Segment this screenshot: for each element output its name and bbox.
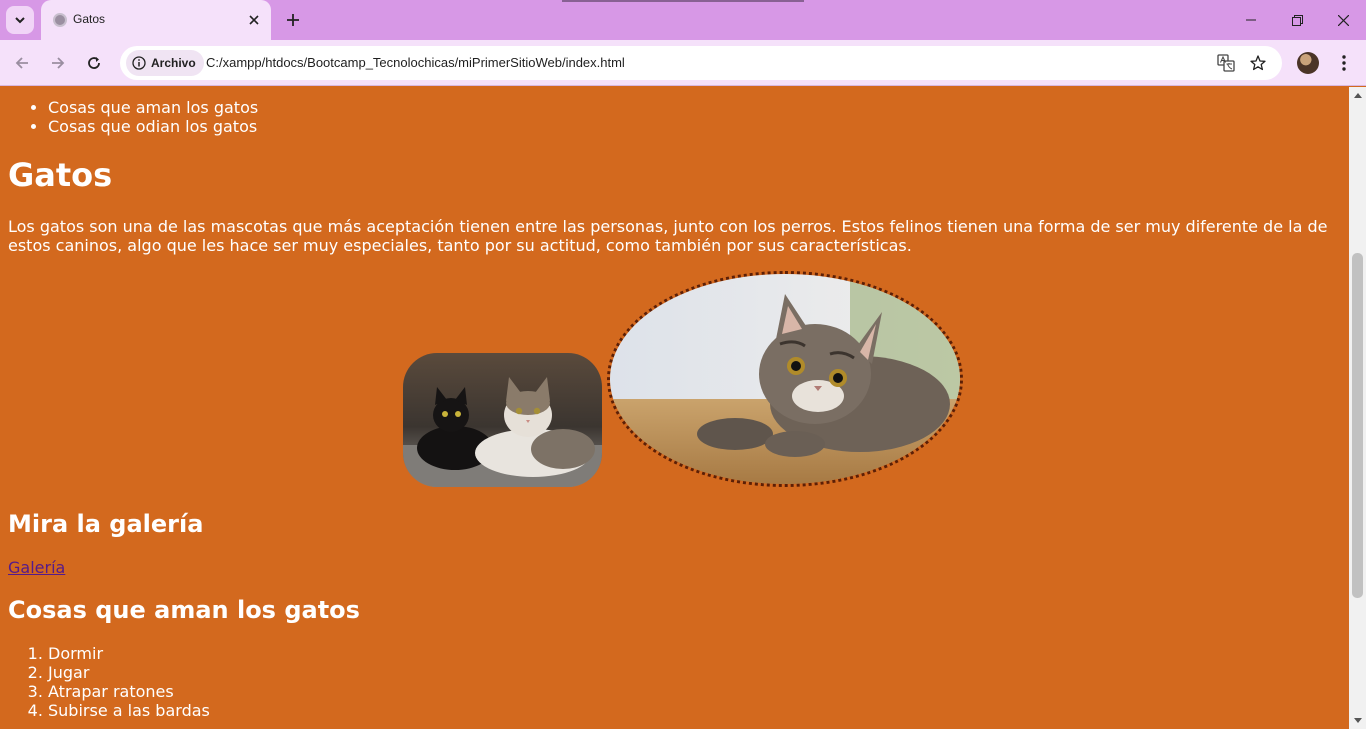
bookmark-button[interactable] xyxy=(1246,51,1270,75)
globe-icon xyxy=(53,13,67,27)
security-chip-label: Archivo xyxy=(151,56,196,70)
restore-button[interactable] xyxy=(1274,0,1320,40)
new-tab-button[interactable] xyxy=(281,8,305,32)
list-item: Cosas que odian los gatos xyxy=(48,117,258,136)
list-item: Jugar xyxy=(48,663,210,682)
close-icon xyxy=(249,15,259,25)
two-cats-photo xyxy=(403,353,602,487)
reload-button[interactable] xyxy=(80,49,108,77)
tabby-cat-image xyxy=(607,271,963,487)
scrollbar-thumb[interactable] xyxy=(1352,253,1363,598)
tab-active[interactable]: Gatos xyxy=(41,0,271,40)
page-viewport: Cosas que aman los gatos Cosas que odian… xyxy=(0,87,1349,729)
restore-icon xyxy=(1291,14,1303,26)
address-bar[interactable]: Archivo C:/xampp/htdocs/Bootcamp_Tecnolo… xyxy=(120,46,1282,80)
browser-menu-button[interactable] xyxy=(1332,50,1356,76)
tabby-cat-photo xyxy=(610,274,960,484)
site-info-chip[interactable]: Archivo xyxy=(126,50,204,76)
list-item: Cosas que aman los gatos xyxy=(48,98,258,117)
translate-button[interactable] xyxy=(1214,51,1238,75)
close-icon xyxy=(1337,14,1349,26)
tab-title: Gatos xyxy=(73,12,106,26)
close-tab-button[interactable] xyxy=(245,11,263,29)
list-item: Subirse a las bardas xyxy=(48,701,210,720)
love-list: Dormir Jugar Atrapar ratones Subirse a l… xyxy=(8,644,210,720)
topics-list: Cosas que aman los gatos Cosas que odian… xyxy=(8,98,258,136)
info-icon xyxy=(132,56,146,70)
more-vertical-icon xyxy=(1342,55,1346,71)
chevron-down-icon xyxy=(15,17,25,24)
window-drag-indicator xyxy=(562,0,804,2)
scroll-down-button[interactable] xyxy=(1349,713,1366,729)
two-cats-image xyxy=(403,353,602,487)
arrow-left-icon xyxy=(15,57,28,69)
arrow-right-icon xyxy=(52,57,65,69)
page-title: Gatos xyxy=(8,156,113,194)
list-item: Atrapar ratones xyxy=(48,682,210,701)
tab-strip: Gatos xyxy=(0,0,1366,40)
forward-button[interactable] xyxy=(44,49,72,77)
intro-paragraph: Los gatos son una de las mascotas que má… xyxy=(8,217,1328,255)
tab-search-button[interactable] xyxy=(6,6,34,34)
translate-icon xyxy=(1217,54,1235,72)
vertical-scrollbar[interactable] xyxy=(1349,87,1366,729)
minimize-button[interactable] xyxy=(1228,0,1274,40)
minimize-icon xyxy=(1246,19,1256,21)
close-window-button[interactable] xyxy=(1320,0,1366,40)
plus-icon xyxy=(287,14,299,26)
browser-toolbar: Archivo C:/xampp/htdocs/Bootcamp_Tecnolo… xyxy=(0,40,1366,86)
star-icon xyxy=(1250,55,1266,71)
list-item: Dormir xyxy=(48,644,210,663)
scroll-up-button[interactable] xyxy=(1349,87,1366,103)
gallery-heading: Mira la galería xyxy=(8,510,204,538)
gallery-link[interactable]: Galería xyxy=(8,558,65,577)
profile-avatar[interactable] xyxy=(1297,52,1319,74)
back-button[interactable] xyxy=(8,49,36,77)
triangle-down-icon xyxy=(1353,718,1362,723)
reload-icon xyxy=(88,57,100,69)
love-heading: Cosas que aman los gatos xyxy=(8,596,360,624)
triangle-up-icon xyxy=(1353,93,1362,98)
url-text: C:/xampp/htdocs/Bootcamp_Tecnolochicas/m… xyxy=(206,55,625,70)
